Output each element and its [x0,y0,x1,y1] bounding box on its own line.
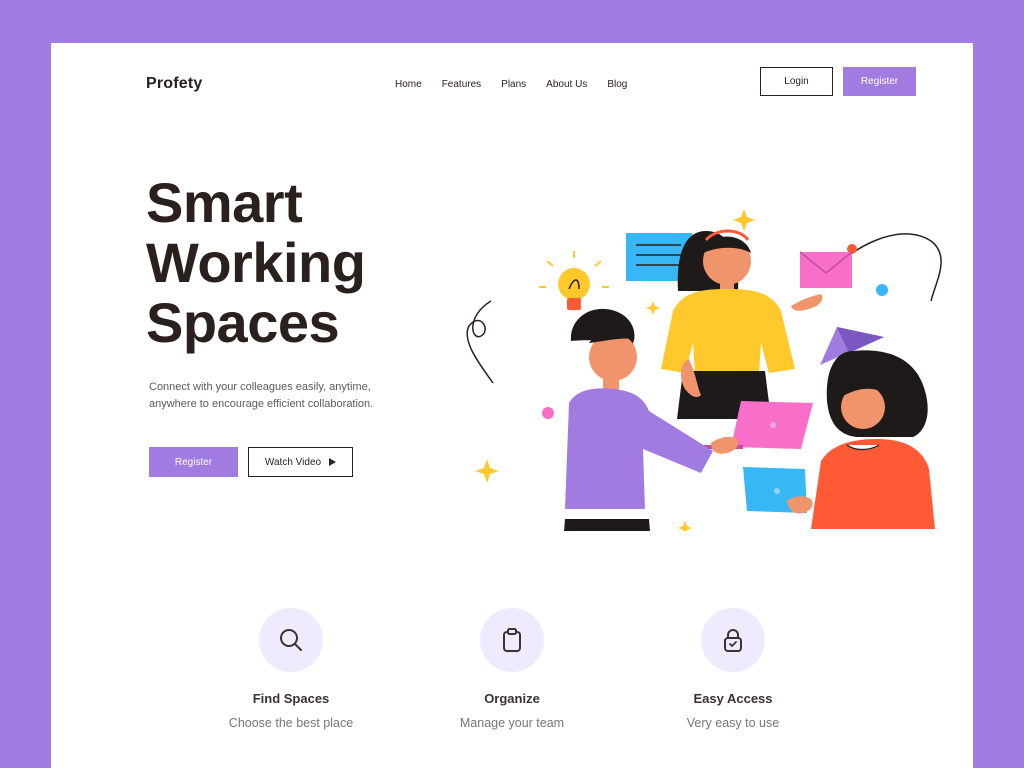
feature-title: Easy Access [693,691,773,706]
header-register-button[interactable]: Register [843,67,916,96]
woman-orange-figure [787,350,935,529]
lock-icon [724,629,742,652]
nav-blog[interactable]: Blog [607,79,627,90]
feature-icon-circle [259,608,323,672]
hero-title-line-1: Smart [146,171,303,234]
login-button[interactable]: Login [760,67,833,96]
main-nav: Home Features Plans About Us Blog [395,79,647,90]
feature-description: Very easy to use [686,716,780,730]
mail-icon [799,251,853,288]
sparkle-icon [646,301,660,315]
dot [542,407,554,419]
curve-line-left [466,300,494,384]
feature-easy-access: Easy Access Very easy to use [648,608,818,730]
brand-logo[interactable]: Profety [146,75,203,93]
hero-title-line-3: Spaces [146,291,340,354]
clipboard-icon [503,628,521,652]
hero-subtitle: Connect with your colleagues easily, any… [149,381,374,410]
feature-icon-circle [701,608,765,672]
feature-title: Organize [484,691,540,706]
landing-page: Profety Home Features Plans About Us Blo… [51,43,973,768]
hero-title-line-2: Working [146,231,366,294]
feature-organize: Organize Manage your team [427,608,597,730]
hero-register-button[interactable]: Register [149,447,238,477]
nav-features[interactable]: Features [442,79,481,90]
sparkle-icon [475,459,499,483]
team-collaboration-illustration [466,209,942,531]
nav-about-us[interactable]: About Us [546,79,587,90]
nav-home[interactable]: Home [395,79,422,90]
woman-yellow-figure [661,229,823,419]
watch-video-button[interactable]: Watch Video [248,447,353,477]
hero-title: Smart Working Spaces [146,173,446,353]
feature-find-spaces: Find Spaces Choose the best place [206,608,376,730]
dot [876,284,888,296]
feature-description: Manage your team [459,716,565,730]
sparkle-icon [678,521,692,531]
nav-plans[interactable]: Plans [501,79,526,90]
search-icon [280,629,302,651]
watch-video-label: Watch Video [264,456,322,468]
play-icon [329,458,337,466]
feature-title: Find Spaces [252,691,330,706]
sparkle-icon [733,209,755,231]
lightbulb-icon [539,251,609,310]
feature-icon-circle [480,608,544,672]
feature-description: Choose the best place [228,716,354,730]
